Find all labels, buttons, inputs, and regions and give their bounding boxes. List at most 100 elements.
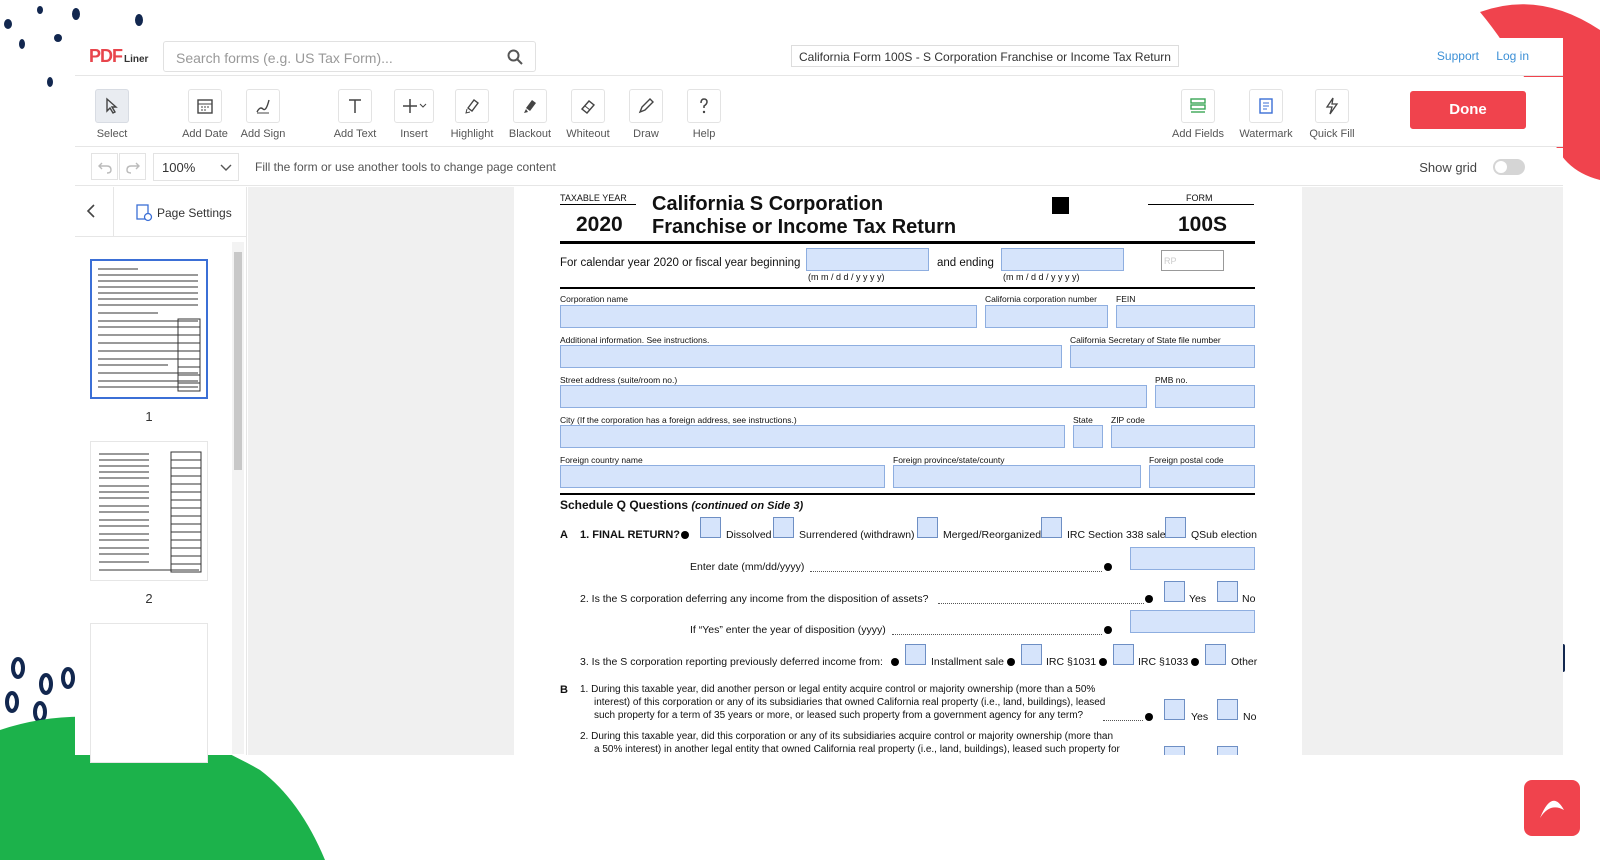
state-field[interactable] [1073, 425, 1103, 448]
if-yes-label: If “Yes” enter the year of disposition (… [690, 624, 886, 636]
checkbox-b1-no[interactable] [1217, 699, 1238, 720]
tool-whiteout[interactable]: Whiteout [557, 89, 619, 140]
search-input[interactable]: Search forms (e.g. US Tax Form)... [163, 41, 536, 72]
label-qsub: QSub election [1191, 529, 1257, 541]
pen-icon [638, 98, 654, 114]
login-link[interactable]: Log in [1496, 49, 1529, 63]
checkbox-b2-yes[interactable] [1164, 746, 1185, 755]
tool-draw[interactable]: Draw [615, 89, 677, 140]
thumbnail-scrollbar[interactable] [232, 242, 244, 754]
sub-toolbar: 100% Fill the form or use another tools … [75, 148, 1563, 186]
additional-info-field[interactable] [560, 345, 1062, 368]
corporation-name-field[interactable] [560, 305, 977, 328]
undo-button[interactable] [91, 153, 118, 180]
tool-insert[interactable]: Insert [383, 89, 445, 140]
checkbox-merged[interactable] [917, 517, 938, 538]
tax-year: 2020 [576, 213, 623, 236]
checkbox-installment-sale[interactable] [905, 644, 926, 665]
additional-info-label: Additional information. See instructions… [560, 335, 710, 345]
fiscal-end-date-field[interactable] [1001, 248, 1124, 271]
zoom-select[interactable]: 100% [153, 153, 239, 181]
pdfliner-logo[interactable]: PDF Liner [89, 46, 148, 67]
top-bar: PDF Liner Search forms (e.g. US Tax Form)… [75, 38, 1563, 76]
tool-quick-fill[interactable]: Quick Fill [1301, 89, 1363, 140]
tool-blackout[interactable]: Blackout [499, 89, 561, 140]
date-hint: (m m / d d / y y y y) [808, 272, 885, 282]
page-thumbnail-image [99, 451, 202, 573]
calendar-icon [197, 99, 213, 114]
tool-add-sign[interactable]: Add Sign [232, 89, 294, 140]
pmb-label: PMB no. [1155, 375, 1188, 385]
tool-add-date[interactable]: Add Date [174, 89, 236, 140]
pmb-field[interactable] [1155, 385, 1255, 408]
show-grid-toggle[interactable] [1493, 159, 1525, 175]
checkbox-qsub[interactable] [1165, 517, 1186, 538]
final-return-date-field[interactable] [1130, 547, 1255, 570]
blackout-icon [524, 100, 536, 113]
label-no: No [1243, 711, 1257, 723]
checkbox-other[interactable] [1205, 644, 1226, 665]
question-a-letter: A [560, 529, 568, 541]
foreign-country-label: Foreign country name [560, 455, 643, 465]
label-surrendered: Surrendered (withdrawn) [799, 529, 915, 541]
redo-icon [125, 162, 140, 174]
checkbox-b2-no[interactable] [1217, 746, 1238, 755]
checkbox-dissolved[interactable] [700, 517, 721, 538]
support-link[interactable]: Support [1437, 49, 1479, 63]
page-settings-icon [136, 204, 153, 222]
foreign-country-field[interactable] [560, 465, 885, 488]
page-thumbnail-1[interactable] [90, 259, 208, 399]
checkbox-surrendered[interactable] [773, 517, 794, 538]
label-no: No [1242, 593, 1256, 605]
ca-corp-number-label: California corporation number [985, 294, 1097, 304]
zip-field[interactable] [1111, 425, 1255, 448]
checkbox-irc338[interactable] [1041, 517, 1062, 538]
city-field[interactable] [560, 425, 1065, 448]
fiscal-begin-date-field[interactable] [806, 248, 929, 271]
checkbox-a2-no[interactable] [1217, 581, 1238, 602]
question-b1-line1: 1. During this taxable year, did another… [580, 684, 1096, 695]
foreign-postal-field[interactable] [1149, 465, 1255, 488]
question-a2-text: 2. Is the S corporation deferring any in… [580, 593, 929, 605]
page-settings-button[interactable]: Page Settings [135, 204, 232, 222]
document-canvas: TAXABLE YEAR 2020 California S Corporati… [248, 187, 1563, 755]
tool-highlight[interactable]: Highlight [441, 89, 503, 140]
tool-help[interactable]: Help [673, 89, 735, 140]
undo-icon [97, 162, 112, 174]
label-irc1033: IRC §1033 [1138, 656, 1189, 668]
search-icon[interactable] [507, 49, 523, 65]
form-label: FORM [1186, 193, 1213, 203]
question-b2-line2: a 50% interest) in another legal entity … [594, 744, 1120, 755]
sos-file-number-field[interactable] [1070, 345, 1255, 368]
page-number-2: 2 [145, 591, 153, 606]
disposition-year-field[interactable] [1130, 610, 1255, 633]
redo-button[interactable] [119, 153, 146, 180]
chevron-left-icon[interactable] [85, 203, 97, 219]
checkbox-b1-yes[interactable] [1164, 699, 1185, 720]
fein-field[interactable] [1116, 305, 1255, 328]
question-a3-text: 3. Is the S corporation reporting previo… [580, 656, 883, 668]
done-button[interactable]: Done [1410, 91, 1526, 129]
checkbox-irc1033[interactable] [1113, 644, 1134, 665]
ca-corp-number-field[interactable] [985, 305, 1108, 328]
page-thumbnail-3[interactable] [90, 623, 208, 763]
schedule-q-heading: Schedule Q Questions (continued on Side … [560, 498, 804, 512]
plus-icon [403, 99, 427, 113]
tool-select[interactable]: Select [81, 89, 143, 140]
rp-field[interactable]: RP [1161, 250, 1224, 271]
foreign-province-field[interactable] [893, 465, 1141, 488]
tool-add-fields[interactable]: Add Fields [1167, 89, 1229, 140]
page-thumbnail-2[interactable] [90, 441, 208, 581]
tool-add-text[interactable]: Add Text [324, 89, 386, 140]
scrollbar-thumb[interactable] [234, 252, 242, 470]
question-b-letter: B [560, 684, 568, 696]
street-address-field[interactable] [560, 385, 1147, 408]
signature-icon [256, 99, 270, 114]
checkbox-irc1031[interactable] [1021, 644, 1042, 665]
checkbox-a2-yes[interactable] [1164, 581, 1185, 602]
tool-watermark[interactable]: Watermark [1235, 89, 1297, 140]
question-a1-text: 1. FINAL RETURN? [580, 529, 681, 541]
question-b1-line3: such property for a term of 35 years or … [594, 710, 1084, 721]
state-label: State [1073, 415, 1093, 425]
foreign-postal-label: Foreign postal code [1149, 455, 1224, 465]
